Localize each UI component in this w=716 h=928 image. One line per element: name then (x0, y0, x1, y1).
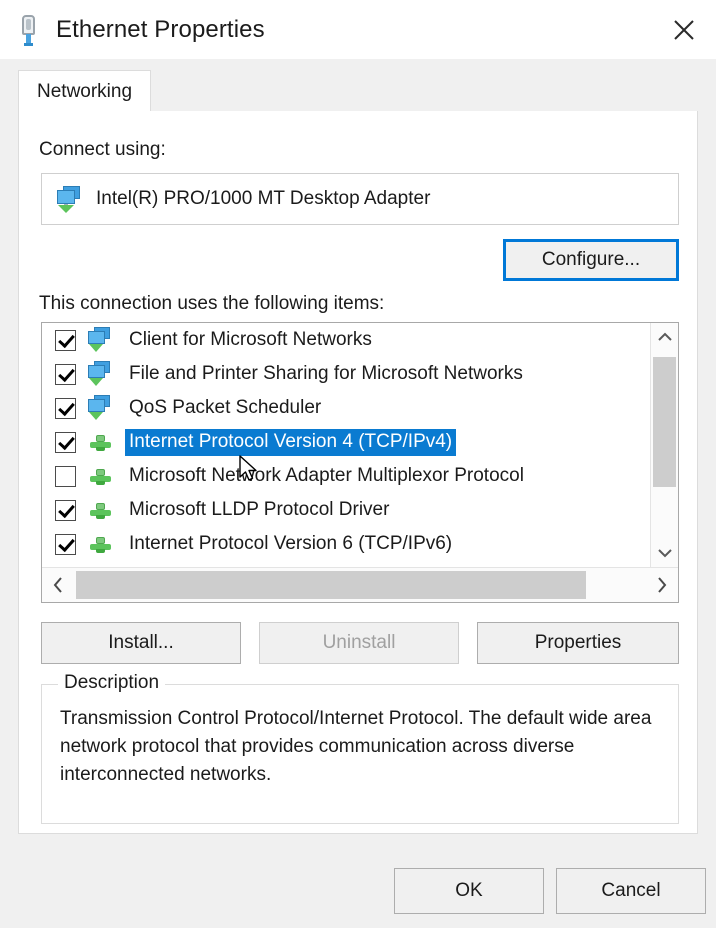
list-item-selected[interactable]: Internet Protocol Version 4 (TCP/IPv4) (42, 425, 650, 459)
networking-panel: Connect using: Intel(R) PRO/1000 MT Desk… (18, 111, 698, 834)
uninstall-button-label: Uninstall (323, 632, 396, 654)
list-item-label: Internet Protocol Version 6 (TCP/IPv6) (125, 531, 456, 558)
network-client-icon (86, 327, 116, 353)
item-checkbox[interactable] (55, 398, 76, 419)
item-checkbox[interactable] (55, 466, 76, 487)
components-list: Client for Microsoft Networks File and P… (42, 323, 650, 567)
ethernet-properties-dialog: Ethernet Properties Networking Connect u… (0, 0, 716, 928)
properties-button-label: Properties (535, 632, 622, 654)
tab-networking[interactable]: Networking (18, 70, 151, 113)
install-button-label: Install... (108, 632, 173, 654)
description-groupbox: Description Transmission Control Protoco… (41, 684, 679, 824)
tab-networking-label: Networking (37, 81, 132, 103)
item-checkbox[interactable] (55, 534, 76, 555)
list-item[interactable]: Microsoft LLDP Protocol Driver (42, 493, 650, 527)
list-item[interactable]: Microsoft Network Adapter Multiplexor Pr… (42, 459, 650, 493)
components-listbox[interactable]: Client for Microsoft Networks File and P… (41, 322, 679, 603)
adapter-name: Intel(R) PRO/1000 MT Desktop Adapter (96, 188, 430, 210)
horizontal-scrollbar-thumb[interactable] (76, 571, 586, 599)
network-adapter-icon (54, 185, 84, 213)
list-item-label: File and Printer Sharing for Microsoft N… (125, 361, 527, 388)
properties-button[interactable]: Properties (477, 622, 679, 664)
vertical-scrollbar[interactable] (650, 323, 678, 567)
horizontal-scrollbar[interactable] (42, 567, 678, 602)
list-item[interactable]: QoS Packet Scheduler (42, 391, 650, 425)
item-checkbox[interactable] (55, 432, 76, 453)
description-text: Transmission Control Protocol/Internet P… (60, 705, 660, 789)
network-protocol-icon (86, 531, 116, 557)
scroll-left-icon[interactable] (42, 568, 74, 602)
adapter-field: Intel(R) PRO/1000 MT Desktop Adapter (41, 173, 679, 225)
scroll-up-icon[interactable] (651, 323, 678, 351)
network-protocol-icon (86, 429, 116, 455)
cancel-button-label: Cancel (601, 880, 660, 902)
configure-button-label: Configure... (542, 249, 640, 271)
ethernet-plug-icon (14, 13, 44, 47)
network-protocol-icon (86, 463, 116, 489)
ok-button[interactable]: OK (394, 868, 544, 914)
close-icon[interactable] (652, 0, 716, 59)
install-button[interactable]: Install... (41, 622, 241, 664)
list-item-label: Microsoft Network Adapter Multiplexor Pr… (125, 463, 528, 490)
list-item[interactable]: Client for Microsoft Networks (42, 323, 650, 357)
cancel-button[interactable]: Cancel (556, 868, 706, 914)
configure-button[interactable]: Configure... (503, 239, 679, 281)
connect-using-label: Connect using: (39, 139, 166, 161)
window-title: Ethernet Properties (56, 16, 265, 44)
item-checkbox[interactable] (55, 330, 76, 351)
tabstrip: Networking (18, 70, 698, 112)
ok-button-label: OK (455, 880, 482, 902)
item-checkbox[interactable] (55, 364, 76, 385)
list-item[interactable]: Internet Protocol Version 6 (TCP/IPv6) (42, 527, 650, 561)
network-protocol-icon (86, 497, 116, 523)
uninstall-button: Uninstall (259, 622, 459, 664)
titlebar: Ethernet Properties (0, 0, 716, 59)
list-item-label: QoS Packet Scheduler (125, 395, 325, 422)
scroll-down-icon[interactable] (651, 539, 678, 567)
scroll-right-icon[interactable] (646, 568, 678, 602)
list-item-label: Microsoft LLDP Protocol Driver (125, 497, 393, 524)
items-label: This connection uses the following items… (39, 293, 384, 315)
list-item-label: Client for Microsoft Networks (125, 327, 376, 354)
vertical-scrollbar-thumb[interactable] (653, 357, 676, 487)
network-client-icon (86, 395, 116, 421)
network-client-icon (86, 361, 116, 387)
list-item[interactable]: File and Printer Sharing for Microsoft N… (42, 357, 650, 391)
list-item-label: Internet Protocol Version 4 (TCP/IPv4) (125, 429, 456, 456)
description-title: Description (58, 672, 165, 694)
item-checkbox[interactable] (55, 500, 76, 521)
